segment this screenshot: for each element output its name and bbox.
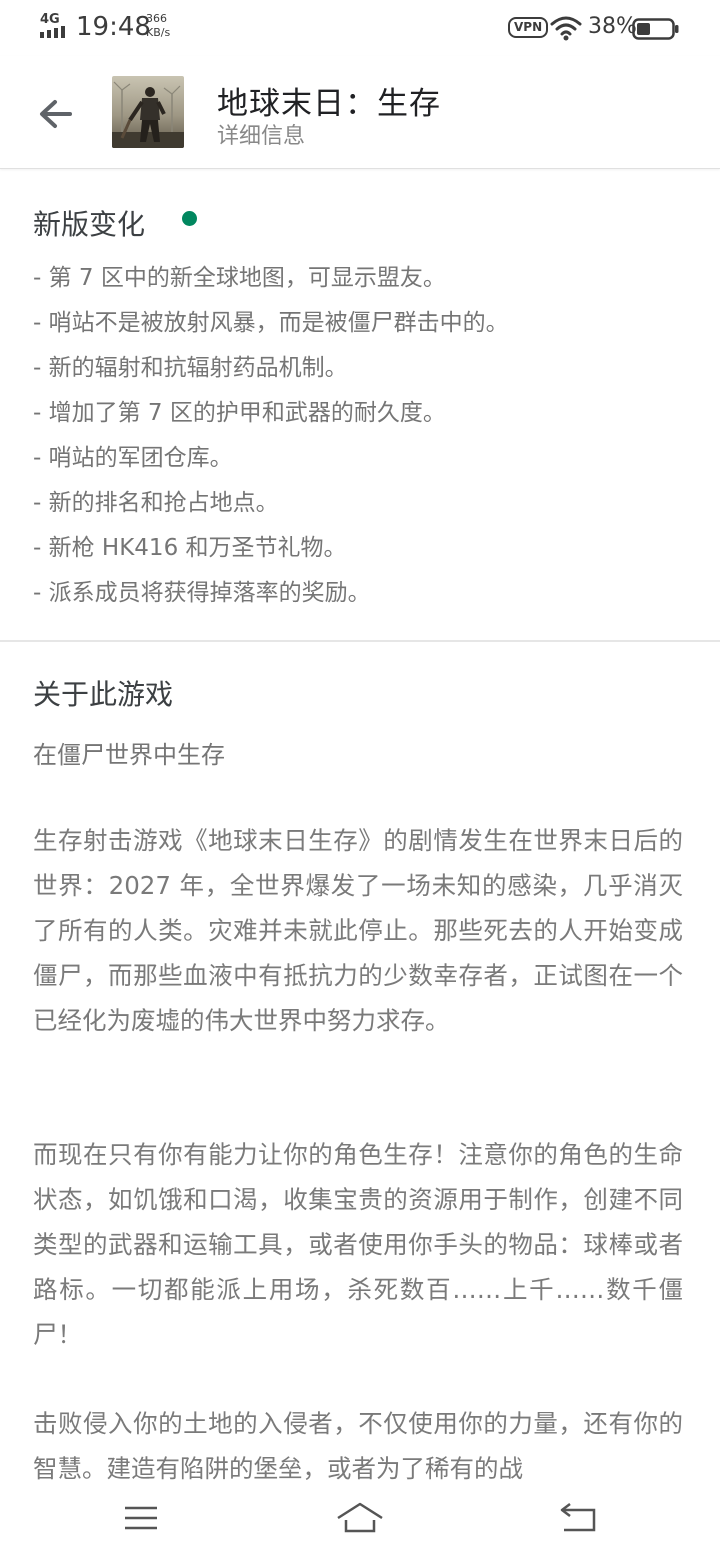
- about-paragraph: 生存射击游戏《地球末日生存》的剧情发生在世界末日后的世界：2027 年，全世界爆…: [33, 826, 683, 1035]
- status-bar: 4G 19:48 366 KB/s VPN 38%: [0, 0, 720, 56]
- list-item: - 新的排名和抢占地点。: [33, 490, 279, 516]
- about-tagline: 在僵尸世界中生存: [33, 741, 225, 769]
- list-item: - 新的辐射和抗辐射药品机制。: [33, 355, 348, 381]
- app-title: 地球末日：生存: [217, 86, 441, 122]
- about-title: 关于此游戏: [33, 678, 174, 711]
- signal-icon: [40, 26, 65, 38]
- navigation-bar: [0, 1480, 720, 1560]
- about-paragraph: 而现在只有你有能力让你的角色生存！注意你的角色的生命状态，如饥饿和口渴，收集宝贵…: [33, 1140, 683, 1349]
- section-divider: [0, 640, 720, 642]
- menu-icon[interactable]: [121, 1500, 161, 1536]
- list-item: - 派系成员将获得掉落率的奖励。: [33, 580, 371, 606]
- speed-value: 366: [146, 12, 167, 25]
- new-indicator-dot: [182, 211, 197, 226]
- status-time: 19:48: [76, 12, 151, 42]
- list-item: - 哨站不是被放射风暴，而是被僵尸群击中的。: [33, 310, 509, 336]
- whats-new-title: 新版变化: [33, 208, 146, 241]
- app-thumbnail-art: [112, 76, 184, 148]
- app-bar: 地球末日：生存 详细信息: [0, 56, 720, 169]
- battery-icon: [632, 18, 679, 40]
- whats-new-list: - 第 7 区中的新全球地图，可显示盟友。 - 哨站不是被放射风暴，而是被僵尸群…: [33, 256, 693, 616]
- list-item: - 第 7 区中的新全球地图，可显示盟友。: [33, 265, 446, 291]
- app-thumbnail: [112, 76, 184, 148]
- back-arrow-icon[interactable]: [28, 86, 84, 142]
- network-type: 4G: [40, 12, 60, 27]
- wifi-icon: [550, 16, 582, 41]
- about-paragraph: 击败侵入你的土地的入侵者，不仅使用你的力量，还有你的智慧。建造有陷阱的堡垒，或者…: [33, 1409, 683, 1480]
- list-item: - 增加了第 7 区的护甲和武器的耐久度。: [33, 400, 446, 426]
- list-item: - 新枪 HK416 和万圣节礼物。: [33, 535, 347, 561]
- battery-percent: 38%: [588, 14, 637, 39]
- home-icon[interactable]: [336, 1500, 384, 1536]
- speed-unit: KB/s: [146, 26, 171, 39]
- vpn-badge: VPN: [508, 17, 549, 38]
- app-subtitle: 详细信息: [217, 124, 306, 149]
- back-icon[interactable]: [558, 1500, 598, 1536]
- details-content[interactable]: 新版变化 - 第 7 区中的新全球地图，可显示盟友。 - 哨站不是被放射风暴，而…: [0, 169, 720, 1480]
- screen: 4G 19:48 366 KB/s VPN 38% 地球末日：生存 详细信息 新…: [0, 0, 720, 1560]
- network-speed: 366 KB/s: [146, 12, 176, 40]
- list-item: - 哨站的军团仓库。: [33, 445, 233, 471]
